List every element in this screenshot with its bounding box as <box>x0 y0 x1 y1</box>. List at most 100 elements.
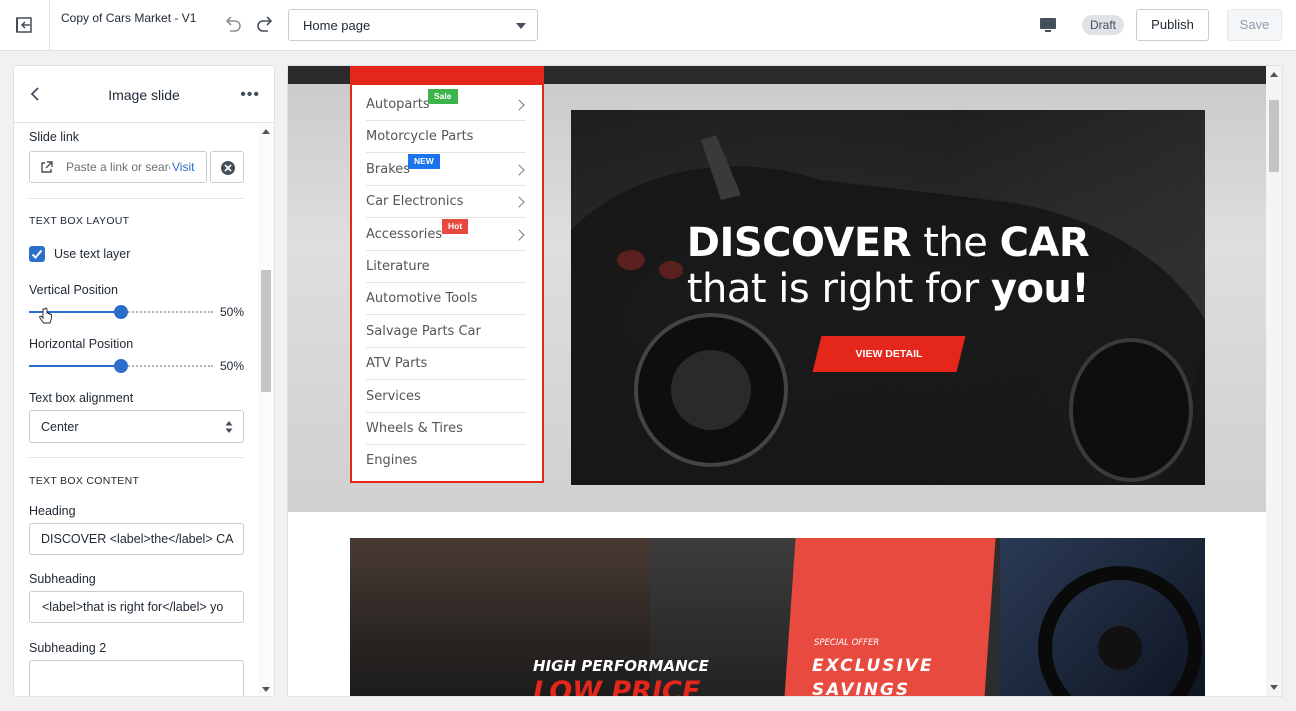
menu-item[interactable]: Automotive Tools <box>366 283 526 316</box>
text-box-alignment-value: Center <box>41 420 79 434</box>
hero-heading: DISCOVER the CAR <box>571 220 1205 266</box>
menu-tag-badge: Sale <box>428 89 458 104</box>
redo-icon[interactable] <box>254 13 276 35</box>
vertical-position-slider[interactable] <box>29 305 213 319</box>
clear-link-button[interactable] <box>210 151 244 183</box>
menu-item-label: Engines <box>366 453 418 469</box>
hero-subheading-light: that is right for <box>686 266 979 312</box>
settings-sidebar: Image slide ••• Slide link Paste a link … <box>13 65 275 697</box>
exit-editor-button[interactable] <box>0 0 50 50</box>
scroll-down-icon[interactable] <box>1270 685 1278 690</box>
menu-item[interactable]: Services <box>366 381 526 413</box>
top-bar: Copy of Cars Market - V1 Home page Draft… <box>0 0 1296 51</box>
sidebar-scrollbar[interactable] <box>258 123 274 696</box>
chevron-right-icon <box>513 99 525 111</box>
menu-item[interactable]: Wheels & Tires <box>366 413 526 445</box>
slider-thumb[interactable] <box>114 305 128 319</box>
hand-cursor-icon <box>39 307 52 324</box>
heading-input[interactable]: DISCOVER <label>the</label> CA <box>29 523 244 555</box>
menu-item[interactable]: Brakes NEW <box>366 153 526 186</box>
menu-item[interactable]: Salvage Parts Car <box>366 316 526 348</box>
text-box-layout-heading: TEXT BOX LAYOUT <box>29 215 130 227</box>
scroll-down-icon[interactable] <box>262 687 270 692</box>
heading-input-value: DISCOVER <label>the</label> CA <box>41 532 234 546</box>
chevron-down-icon <box>516 23 526 29</box>
horizontal-position-label: Horizontal Position <box>29 337 134 351</box>
hero-heading-bold-2: CAR <box>999 220 1090 266</box>
menu-item[interactable]: Accessories Hot <box>366 218 526 251</box>
menu-item-label: Automotive Tools <box>366 291 478 307</box>
menu-item-label: Motorcycle Parts <box>366 129 474 145</box>
external-link-icon <box>41 161 53 173</box>
menu-item-label: Accessories <box>366 226 443 242</box>
exit-icon <box>15 17 32 33</box>
menu-tag-badge: Hot <box>442 218 469 234</box>
exclusive-text: EXCLUSIVE <box>812 656 934 676</box>
view-detail-button[interactable]: VIEW DETAIL <box>817 336 961 372</box>
divider <box>29 198 244 199</box>
scrollbar-thumb[interactable] <box>1269 100 1279 172</box>
steering-wheel-image <box>1038 566 1202 696</box>
page-selector-value: Home page <box>303 18 371 33</box>
menu-item-label: ATV Parts <box>366 356 428 372</box>
low-price-text: LOW PRICE <box>533 676 701 697</box>
more-options-icon[interactable]: ••• <box>240 86 260 104</box>
menu-item-label: Literature <box>366 259 430 274</box>
slide-link-label: Slide link <box>29 130 80 144</box>
sidebar-title: Image slide <box>108 87 180 103</box>
sidebar-body: Slide link Paste a link or search Visit … <box>14 123 260 696</box>
publish-button[interactable]: Publish <box>1136 9 1209 41</box>
visit-link[interactable]: Visit <box>172 160 194 174</box>
vertical-position-value: 50% <box>220 305 245 319</box>
hero-slide[interactable]: DISCOVER the CAR that is right for you! … <box>571 110 1205 485</box>
slide-link-input[interactable]: Paste a link or search Visit <box>29 151 207 183</box>
menu-item[interactable]: Car Electronics <box>366 186 526 219</box>
close-circle-icon <box>221 161 235 175</box>
menu-item[interactable]: Autoparts Sale <box>366 89 526 121</box>
scroll-up-icon[interactable] <box>1270 72 1278 77</box>
menu-item[interactable]: ATV Parts <box>366 348 526 381</box>
use-text-layer-label: Use text layer <box>54 247 131 261</box>
menu-item-label: Wheels & Tires <box>366 421 463 436</box>
use-text-layer-checkbox[interactable] <box>29 246 45 262</box>
preview-scrollbar[interactable] <box>1266 66 1282 696</box>
save-button[interactable]: Save <box>1227 9 1282 41</box>
text-box-alignment-select[interactable]: Center <box>29 410 244 443</box>
chevron-right-icon <box>513 228 525 241</box>
hero-subheading-bold: you! <box>990 266 1090 312</box>
menu-item[interactable]: Motorcycle Parts <box>366 121 526 154</box>
high-performance-text: HIGH PERFORMANCE <box>533 657 709 675</box>
hero-heading-light: the <box>923 220 988 266</box>
slide-link-placeholder: Paste a link or search <box>66 160 170 174</box>
slider-thumb[interactable] <box>114 359 128 373</box>
subheading-input-value: <label>that is right for</label> yo <box>42 600 224 614</box>
theme-preview: Autoparts Sale Motorcycle Parts Brakes NEW Ca… <box>287 65 1283 697</box>
savings-text: SAVINGS <box>812 680 911 697</box>
select-arrows-icon <box>225 421 233 433</box>
menu-item-label: Autoparts <box>366 97 430 112</box>
desktop-icon[interactable] <box>1038 15 1058 35</box>
subheading-input[interactable]: <label>that is right for</label> yo <box>29 591 244 623</box>
slider-filled <box>29 365 121 367</box>
chevron-right-icon <box>513 196 525 208</box>
scrollbar-thumb[interactable] <box>261 270 271 392</box>
undo-icon[interactable] <box>222 13 244 35</box>
horizontal-position-slider[interactable] <box>29 359 213 373</box>
scroll-up-icon[interactable] <box>262 129 270 134</box>
vertical-position-label: Vertical Position <box>29 283 118 297</box>
menu-item-label: Brakes <box>366 161 411 177</box>
promo-banner[interactable]: HIGH PERFORMANCE LOW PRICE SPECIAL OFFER… <box>350 538 1205 697</box>
subheading-2-input[interactable] <box>29 660 244 696</box>
page-selector[interactable]: Home page <box>288 9 538 41</box>
subheading-2-label: Subheading 2 <box>29 641 107 655</box>
menu-item[interactable]: Engines <box>366 445 526 477</box>
checkmark-icon <box>31 249 43 259</box>
horizontal-position-value: 50% <box>220 359 245 373</box>
sidebar-header: Image slide ••• <box>14 66 274 123</box>
menu-item[interactable]: Literature <box>366 251 526 283</box>
hero-heading-bold: DISCOVER <box>686 220 912 266</box>
slider-rest <box>121 365 213 367</box>
nav-strip-accent <box>350 66 544 84</box>
menu-tag-badge: NEW <box>408 153 440 169</box>
menu-item-label: Services <box>366 388 421 404</box>
